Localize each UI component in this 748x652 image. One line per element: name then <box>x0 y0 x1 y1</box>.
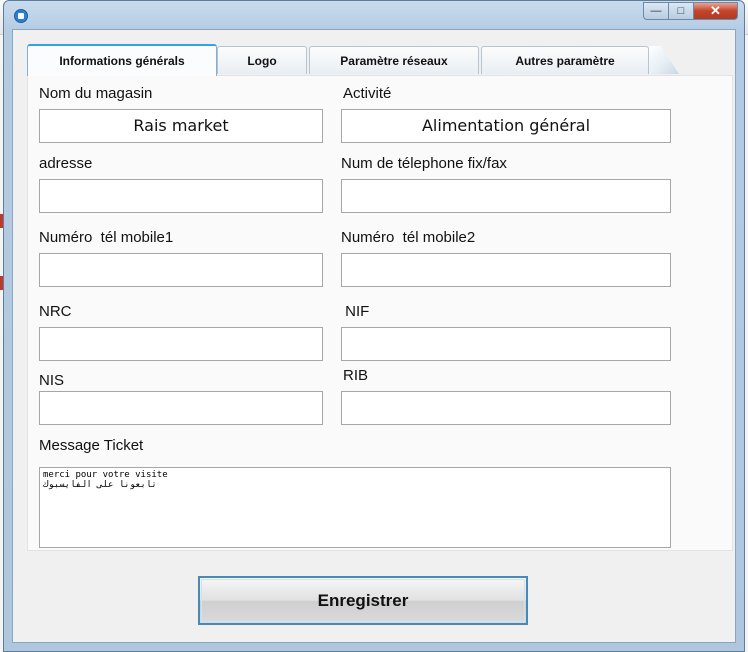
informations-panel: Nom du magasin Rais market Activité Alim… <box>27 75 733 551</box>
activite-input[interactable]: Alimentation général <box>341 109 671 143</box>
tab-logo[interactable]: Logo <box>217 46 307 74</box>
nif-label: NIF <box>341 303 370 320</box>
mobile2-input[interactable] <box>341 253 671 287</box>
nis-input[interactable] <box>39 391 323 425</box>
dialog-client-area: Informations générals Logo Paramètre rés… <box>12 29 736 643</box>
nif-input[interactable] <box>341 327 671 361</box>
minimize-button[interactable]: — <box>643 2 669 20</box>
rib-input[interactable] <box>341 391 671 425</box>
tel-fix-input[interactable] <box>341 179 671 213</box>
mobile2-label: Numéro tél mobile2 <box>341 229 476 246</box>
activite-label: Activité <box>343 85 392 102</box>
nom-magasin-label: Nom du magasin <box>39 85 153 102</box>
rib-label: RIB <box>343 367 369 384</box>
window-controls: — □ ✕ <box>643 2 738 20</box>
mobile1-label: Numéro tél mobile1 <box>39 229 174 246</box>
adresse-input[interactable] <box>39 179 323 213</box>
close-button[interactable]: ✕ <box>694 2 738 20</box>
maximize-button[interactable]: □ <box>669 2 694 20</box>
app-icon <box>14 9 28 23</box>
tel-fix-label: Num de télephone fix/fax <box>341 155 507 172</box>
tab-informations-generals[interactable]: Informations générals <box>27 44 217 76</box>
tab-parametre-reseaux[interactable]: Paramètre réseaux <box>309 46 479 74</box>
nis-label: NIS <box>39 372 65 389</box>
nrc-input[interactable] <box>39 327 323 361</box>
tab-bar-end <box>649 46 679 74</box>
tab-autres-parametre[interactable]: Autres paramètre <box>481 46 649 74</box>
adresse-label: adresse <box>39 155 93 172</box>
nom-magasin-input[interactable]: Rais market <box>39 109 323 143</box>
message-ticket-textarea[interactable]: merci pour votre visite تابعونا على الفا… <box>39 467 671 548</box>
mobile1-input[interactable] <box>39 253 323 287</box>
nrc-label: NRC <box>39 303 72 320</box>
enregistrer-button[interactable]: Enregistrer <box>198 576 528 625</box>
message-ticket-label: Message Ticket <box>39 437 144 454</box>
settings-dialog: — □ ✕ Informations générals Logo Paramèt… <box>3 0 745 652</box>
